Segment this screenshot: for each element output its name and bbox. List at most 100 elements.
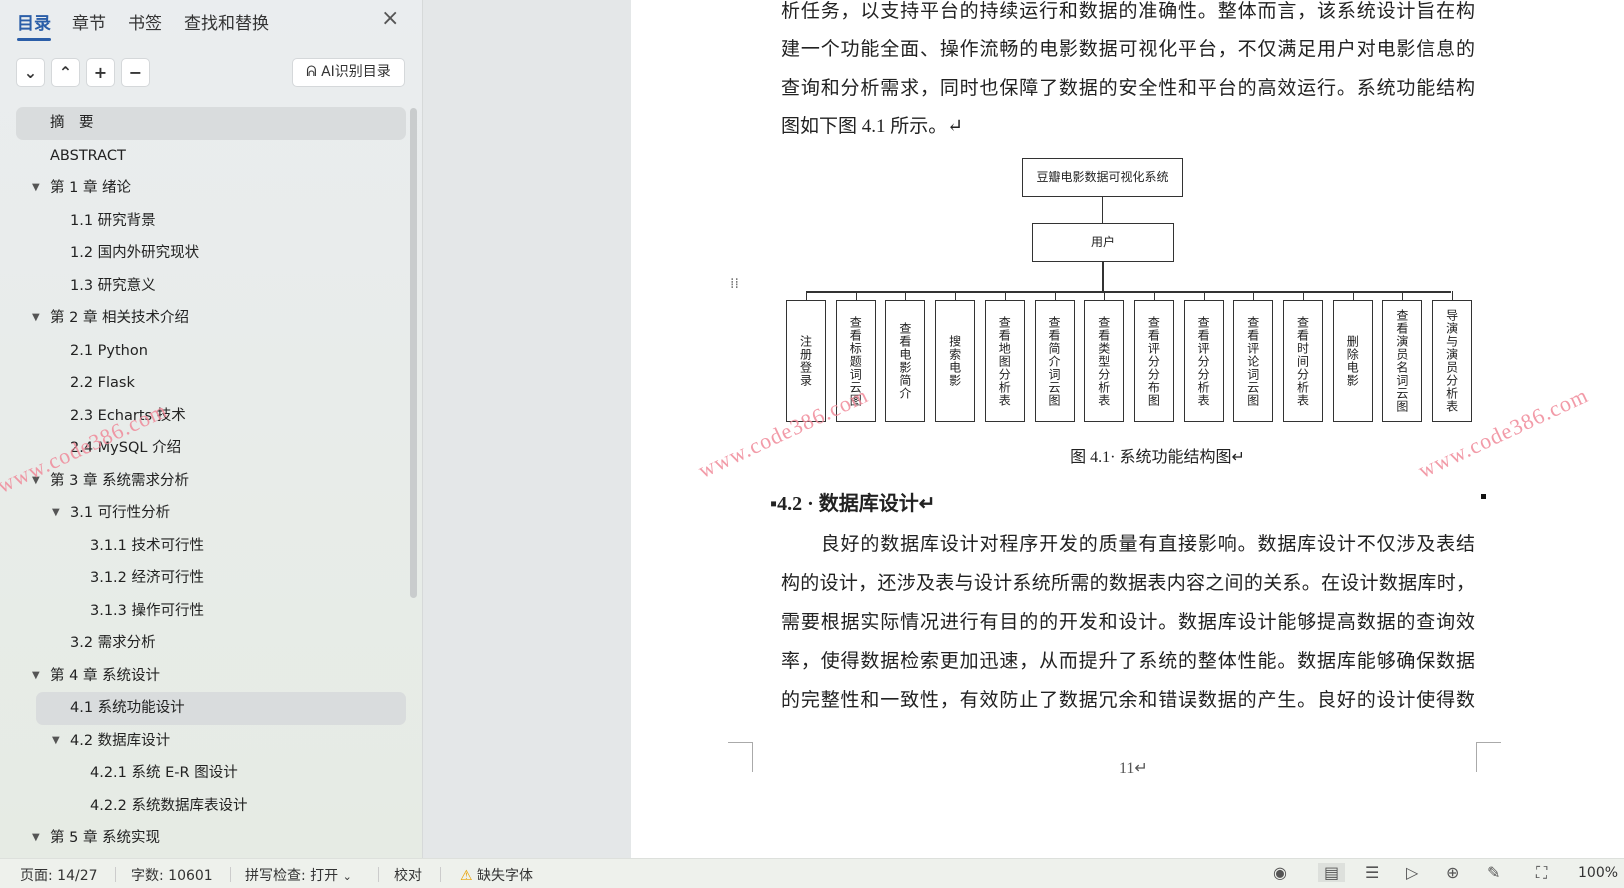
toc-item-label: 第 3 章 系统需求分析 [50, 472, 190, 489]
spell-check-toggle[interactable]: 拼写检查: 打开 ⌄ [245, 865, 352, 885]
expand-arrow-icon[interactable]: ▼ [52, 497, 60, 530]
expand-arrow-icon[interactable]: ▼ [32, 822, 40, 855]
diagram-function-node: 查看地图分析表 [984, 300, 1025, 422]
toc-item[interactable]: ▼ 第 3 章 系统需求分析 [16, 465, 406, 498]
collapse-up-button[interactable]: ⌃ [51, 58, 80, 87]
toc-item[interactable]: 3.2 需求分析 [16, 627, 406, 660]
diagram-user-node: 用户 [1032, 223, 1174, 262]
drag-handle-icon[interactable]: ⁞⁞ [730, 277, 739, 291]
toc-item-label: 第 5 章 系统实现 [50, 830, 161, 846]
section-heading: ▪4.2 · 数据库设计↵ [770, 493, 936, 515]
toc-item-label: 3.1 可行性分析 [70, 505, 171, 521]
tab-find-replace[interactable]: 查找和替换 [184, 9, 269, 34]
toc-list: 摘 要 ABSTRACT ▼ 第 1 章 绪论 1.1 研究背景 1.2 国内外研究现状 1… [16, 107, 406, 855]
ai-button-label: AI识别目录 [321, 64, 391, 80]
toc-item[interactable]: 1.1 研究背景 [16, 205, 406, 238]
proofread-button[interactable]: 校对 [394, 865, 422, 885]
diagram-function-node: 查看时间分析表 [1283, 300, 1323, 422]
toc-item[interactable]: ▼ 3.1 可行性分析 [16, 497, 406, 530]
toc-item-label: 第 1 章 绪论 [50, 180, 132, 196]
toc-item[interactable]: ▼ 第 1 章 绪论 [16, 172, 406, 205]
missing-font-button[interactable]: ⚠ 缺失字体 [460, 865, 533, 885]
expand-arrow-icon[interactable]: ▼ [32, 660, 40, 693]
toc-item[interactable]: ▼ 第 2 章 相关技术介绍 [16, 302, 406, 335]
toc-item-label: 1.3 研究意义 [70, 277, 156, 294]
toc-item-label: 2.2 Flask [70, 375, 135, 391]
page-number: 11↵ [1119, 760, 1148, 777]
toc-item-label: 4.1 系统功能设计 [70, 700, 185, 716]
toc-item-label: ABSTRACT [50, 147, 126, 164]
paragraph-line: 的完整性和一致性，有效防止了数据冗余和错误数据的产生。良好的设计使得数 [781, 690, 1475, 711]
toc-item[interactable]: 摘 要 [16, 107, 406, 140]
paragraph-line: 良好的数据库设计对程序开发的质量有直接影响。数据库设计不仅涉及表结 [781, 534, 1475, 555]
toc-item-label: 4.2.2 系统数据库表设计 [90, 797, 248, 814]
toc-item-label: 第 2 章 相关技术介绍 [50, 310, 190, 326]
toc-item[interactable]: ABSTRACT [16, 140, 406, 173]
ai-recognize-toc-button[interactable]: ᕱ AI识别目录 [292, 58, 405, 87]
diagram-function-node: 导演与演员分析表 [1432, 300, 1473, 422]
eye-icon[interactable]: ◉ [1273, 863, 1287, 882]
collapse-down-button[interactable]: ⌄ [16, 58, 45, 87]
document-page[interactable]: 析任务，以支持平台的持续运行和数据的准确性。整体而言，该系统设计旨在构 建一个功能… [631, 0, 1624, 858]
diagram-function-node: 搜索电影 [935, 300, 976, 422]
toc-item[interactable]: ▼ 第 4 章 系统设计 [16, 660, 406, 693]
pen-icon[interactable]: ✎ [1487, 863, 1500, 882]
globe-icon[interactable]: ⊕ [1446, 863, 1459, 882]
diagram-root-node: 豆瓣电影数据可视化系统 [1022, 158, 1183, 197]
toc-item-label: 3.2 需求分析 [70, 635, 156, 651]
zoom-level[interactable]: 100% [1578, 865, 1618, 881]
play-icon[interactable]: ▷ [1406, 863, 1418, 882]
toc-item-label: 3.1.3 操作可行性 [90, 602, 205, 619]
warning-icon: ⚠ [460, 868, 473, 884]
toc-item-label: 3.1.1 技术可行性 [90, 537, 205, 554]
tab-bookmarks[interactable]: 书签 [128, 9, 162, 34]
diagram-function-node: 查看电影简介 [885, 300, 926, 422]
toc-item[interactable]: 4.2.2 系统数据库表设计 [16, 790, 406, 823]
status-bar: 页面: 14/27 字数: 10601 拼写检查: 打开 ⌄ 校对 ⚠ 缺失字体… [0, 858, 1624, 888]
expand-arrow-icon[interactable]: ▼ [32, 172, 40, 205]
paragraph-line: 建一个功能全面、操作流畅的电影数据可视化平台，不仅满足用户对电影信息的 [781, 39, 1475, 60]
toc-item[interactable]: 3.1.3 操作可行性 [16, 595, 406, 628]
toc-item[interactable]: 2.2 Flask [16, 367, 406, 400]
remove-heading-button[interactable]: − [121, 58, 150, 87]
diagram-function-node: 查看评分分布图 [1133, 300, 1174, 422]
diagram-function-node: 查看评分分析表 [1183, 300, 1224, 422]
toc-sidebar: 目录 章节 书签 查找和替换 × ⌄ ⌃ + − ᕱ AI识别目录 摘 要 ABS… [0, 0, 423, 858]
toc-item-label: 3.1.2 经济可行性 [90, 570, 205, 586]
toc-item[interactable]: ▼ 第 5 章 系统实现 [16, 822, 406, 855]
toc-item-label: 4.2.1 系统 E-R 图设计 [90, 765, 238, 781]
close-icon[interactable]: × [381, 6, 399, 31]
expand-arrow-icon[interactable]: ▼ [32, 302, 40, 335]
toc-item-label: 4.2 数据库设计 [70, 732, 171, 749]
toc-item[interactable]: 1.2 国内外研究现状 [16, 237, 406, 270]
toc-item[interactable]: ▼ 4.2 数据库设计 [16, 725, 406, 758]
toc-item[interactable]: 2.3 Echarts 技术 [16, 400, 406, 433]
paragraph-line: 析任务，以支持平台的持续运行和数据的准确性。整体而言，该系统设计旨在构 [781, 1, 1475, 22]
word-count[interactable]: 字数: 10601 [131, 865, 213, 885]
watermark: www.code386.com [694, 382, 873, 483]
fit-screen-icon[interactable]: ⛶ [1536, 863, 1547, 883]
toc-item-label: 1.2 国内外研究现状 [70, 245, 200, 261]
toc-item[interactable]: 3.1.1 技术可行性 [16, 530, 406, 563]
paragraph-line: 需要根据实际情况进行有目的的开发和设计。数据库设计能够提高数据的查询效 [781, 612, 1475, 633]
toc-item-label: 2.1 Python [70, 342, 148, 359]
toc-item[interactable]: 3.1.2 经济可行性 [16, 562, 406, 595]
diagram-function-node: 查看演员名词云图 [1382, 300, 1423, 422]
toc-scrollbar[interactable] [410, 108, 417, 598]
add-heading-button[interactable]: + [86, 58, 115, 87]
toc-item[interactable]: 2.1 Python [16, 335, 406, 368]
paragraph-line: 查询和分析需求，同时也保障了数据的安全性和平台的高效运行。系统功能结构 [781, 78, 1475, 99]
toc-item-label: 1.1 研究背景 [70, 212, 156, 229]
tab-chapters[interactable]: 章节 [72, 9, 106, 34]
diagram-function-node: 查看简介词云图 [1034, 300, 1075, 422]
tab-toc[interactable]: 目录 [17, 9, 51, 41]
page-indicator[interactable]: 页面: 14/27 [20, 865, 98, 885]
outline-view-icon[interactable]: ☰ [1365, 863, 1379, 882]
toc-item[interactable]: 1.3 研究意义 [16, 270, 406, 303]
diagram-function-node: 查看评论词云图 [1233, 300, 1274, 422]
expand-arrow-icon[interactable]: ▼ [52, 725, 60, 758]
diagram-function-node: 删除电影 [1332, 300, 1373, 422]
page-view-icon[interactable]: ▤ [1318, 863, 1346, 882]
toc-item[interactable]: 4.1 系统功能设计 [36, 692, 406, 725]
toc-item[interactable]: 4.2.1 系统 E-R 图设计 [16, 757, 406, 790]
